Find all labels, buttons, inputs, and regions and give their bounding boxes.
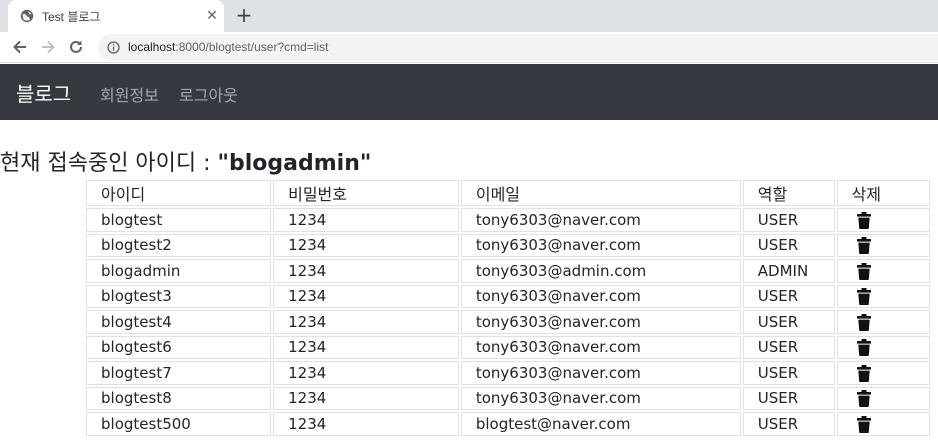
cell-password: 1234 bbox=[273, 233, 459, 257]
cell-email: tony6303@naver.com bbox=[460, 361, 741, 385]
column-header-password: 비밀번호 bbox=[273, 180, 459, 206]
table-header-row: 아이디 비밀번호 이메일 역할 삭제 bbox=[86, 180, 930, 206]
site-navbar: 블로그 회원정보 로그아웃 bbox=[0, 64, 938, 120]
back-arrow-icon[interactable] bbox=[10, 37, 30, 57]
cell-email: tony6303@naver.com bbox=[460, 335, 741, 359]
cell-user-id: blogtest8 bbox=[86, 386, 272, 410]
cell-role: USER bbox=[742, 284, 835, 308]
cell-delete bbox=[836, 412, 930, 436]
cell-user-id: blogtest500 bbox=[86, 412, 272, 436]
cell-email: tony6303@naver.com bbox=[460, 208, 741, 232]
navbar-brand[interactable]: 블로그 bbox=[16, 78, 71, 107]
new-tab-button[interactable]: + bbox=[234, 5, 254, 25]
info-icon[interactable] bbox=[107, 41, 120, 54]
page-title: 현재 접속중인 아이디 : "blogadmin" bbox=[0, 145, 371, 177]
cell-delete bbox=[836, 233, 930, 257]
table-row: blogtest2 1234 tony6303@naver.com USER bbox=[86, 233, 930, 257]
trash-icon[interactable] bbox=[856, 390, 871, 408]
nav-link-logout[interactable]: 로그아웃 bbox=[179, 82, 238, 106]
cell-role: USER bbox=[742, 310, 835, 334]
cell-password: 1234 bbox=[273, 335, 459, 359]
cell-password: 1234 bbox=[273, 284, 459, 308]
trash-icon[interactable] bbox=[856, 211, 871, 229]
cell-role: ADMIN bbox=[742, 259, 835, 283]
forward-arrow-icon[interactable] bbox=[38, 37, 58, 57]
browser-tab[interactable]: Test 블로그 ✕ bbox=[8, 0, 224, 32]
table-row: blogadmin 1234 tony6303@admin.com ADMIN bbox=[86, 259, 930, 283]
cell-email: tony6303@naver.com bbox=[460, 386, 741, 410]
cell-role: USER bbox=[742, 386, 835, 410]
tab-title: Test 블로그 bbox=[42, 10, 101, 24]
trash-icon[interactable] bbox=[856, 313, 871, 331]
table-row: blogtest4 1234 tony6303@naver.com USER bbox=[86, 310, 930, 334]
trash-icon[interactable] bbox=[856, 364, 871, 382]
cell-user-id: blogtest3 bbox=[86, 284, 272, 308]
cell-role: USER bbox=[742, 335, 835, 359]
cell-role: USER bbox=[742, 412, 835, 436]
cell-delete bbox=[836, 310, 930, 334]
cell-user-id: blogtest4 bbox=[86, 310, 272, 334]
cell-delete bbox=[836, 284, 930, 308]
cell-user-id: blogtest bbox=[86, 208, 272, 232]
cell-delete bbox=[836, 208, 930, 232]
table-row: blogtest8 1234 tony6303@naver.com USER bbox=[86, 386, 930, 410]
browser-toolbar: localhost:8000/blogtest/user?cmd=list bbox=[0, 32, 938, 63]
trash-icon[interactable] bbox=[856, 339, 871, 357]
cell-password: 1234 bbox=[273, 412, 459, 436]
cell-user-id: blogadmin bbox=[86, 259, 272, 283]
current-user-id: "blogadmin" bbox=[217, 151, 372, 176]
cell-role: USER bbox=[742, 208, 835, 232]
cell-password: 1234 bbox=[273, 208, 459, 232]
column-header-delete: 삭제 bbox=[836, 180, 930, 206]
cell-email: tony6303@naver.com bbox=[460, 310, 741, 334]
close-tab-button[interactable]: ✕ bbox=[204, 8, 220, 24]
cell-email: tony6303@naver.com bbox=[460, 284, 741, 308]
cell-email: tony6303@naver.com bbox=[460, 233, 741, 257]
cell-delete bbox=[836, 361, 930, 385]
cell-delete bbox=[836, 386, 930, 410]
cell-email: tony6303@admin.com bbox=[460, 259, 741, 283]
nav-link-user-info[interactable]: 회원정보 bbox=[100, 82, 159, 106]
cell-user-id: blogtest2 bbox=[86, 233, 272, 257]
trash-icon[interactable] bbox=[856, 262, 871, 280]
cell-password: 1234 bbox=[273, 361, 459, 385]
table-row: blogtest6 1234 tony6303@naver.com USER bbox=[86, 335, 930, 359]
page-title-prefix: 현재 접속중인 아이디 : bbox=[0, 151, 218, 176]
column-header-role: 역할 bbox=[742, 180, 835, 206]
column-header-email: 이메일 bbox=[460, 180, 741, 206]
url-text: localhost:8000/blogtest/user?cmd=list bbox=[128, 40, 328, 54]
address-bar[interactable]: localhost:8000/blogtest/user?cmd=list bbox=[98, 34, 938, 61]
table-row: blogtest500 1234 blogtest@naver.com USER bbox=[86, 412, 930, 436]
cell-user-id: blogtest7 bbox=[86, 361, 272, 385]
url-path: :8000/blogtest/user?cmd=list bbox=[175, 40, 329, 54]
table-row: blogtest7 1234 tony6303@naver.com USER bbox=[86, 361, 930, 385]
table-row: blogtest3 1234 tony6303@naver.com USER bbox=[86, 284, 930, 308]
trash-icon[interactable] bbox=[856, 415, 871, 433]
cell-delete bbox=[836, 259, 930, 283]
cell-role: USER bbox=[742, 361, 835, 385]
url-host: localhost bbox=[128, 40, 176, 54]
users-table: 아이디 비밀번호 이메일 역할 삭제 blogtest 1234 tony6303@… bbox=[84, 178, 932, 438]
cell-password: 1234 bbox=[273, 259, 459, 283]
trash-icon[interactable] bbox=[856, 288, 871, 306]
reload-icon[interactable] bbox=[66, 37, 86, 57]
column-header-id: 아이디 bbox=[86, 180, 272, 206]
table-body: blogtest 1234 tony6303@naver.com USER blogte… bbox=[86, 208, 930, 436]
cell-email: blogtest@naver.com bbox=[460, 412, 741, 436]
cell-role: USER bbox=[742, 233, 835, 257]
cell-password: 1234 bbox=[273, 310, 459, 334]
cell-password: 1234 bbox=[273, 386, 459, 410]
browser-tabstrip: Test 블로그 ✕ + bbox=[0, 0, 938, 32]
cell-delete bbox=[836, 335, 930, 359]
trash-icon[interactable] bbox=[856, 237, 871, 255]
table-row: blogtest 1234 tony6303@naver.com USER bbox=[86, 208, 930, 232]
globe-icon bbox=[20, 9, 34, 23]
cell-user-id: blogtest6 bbox=[86, 335, 272, 359]
